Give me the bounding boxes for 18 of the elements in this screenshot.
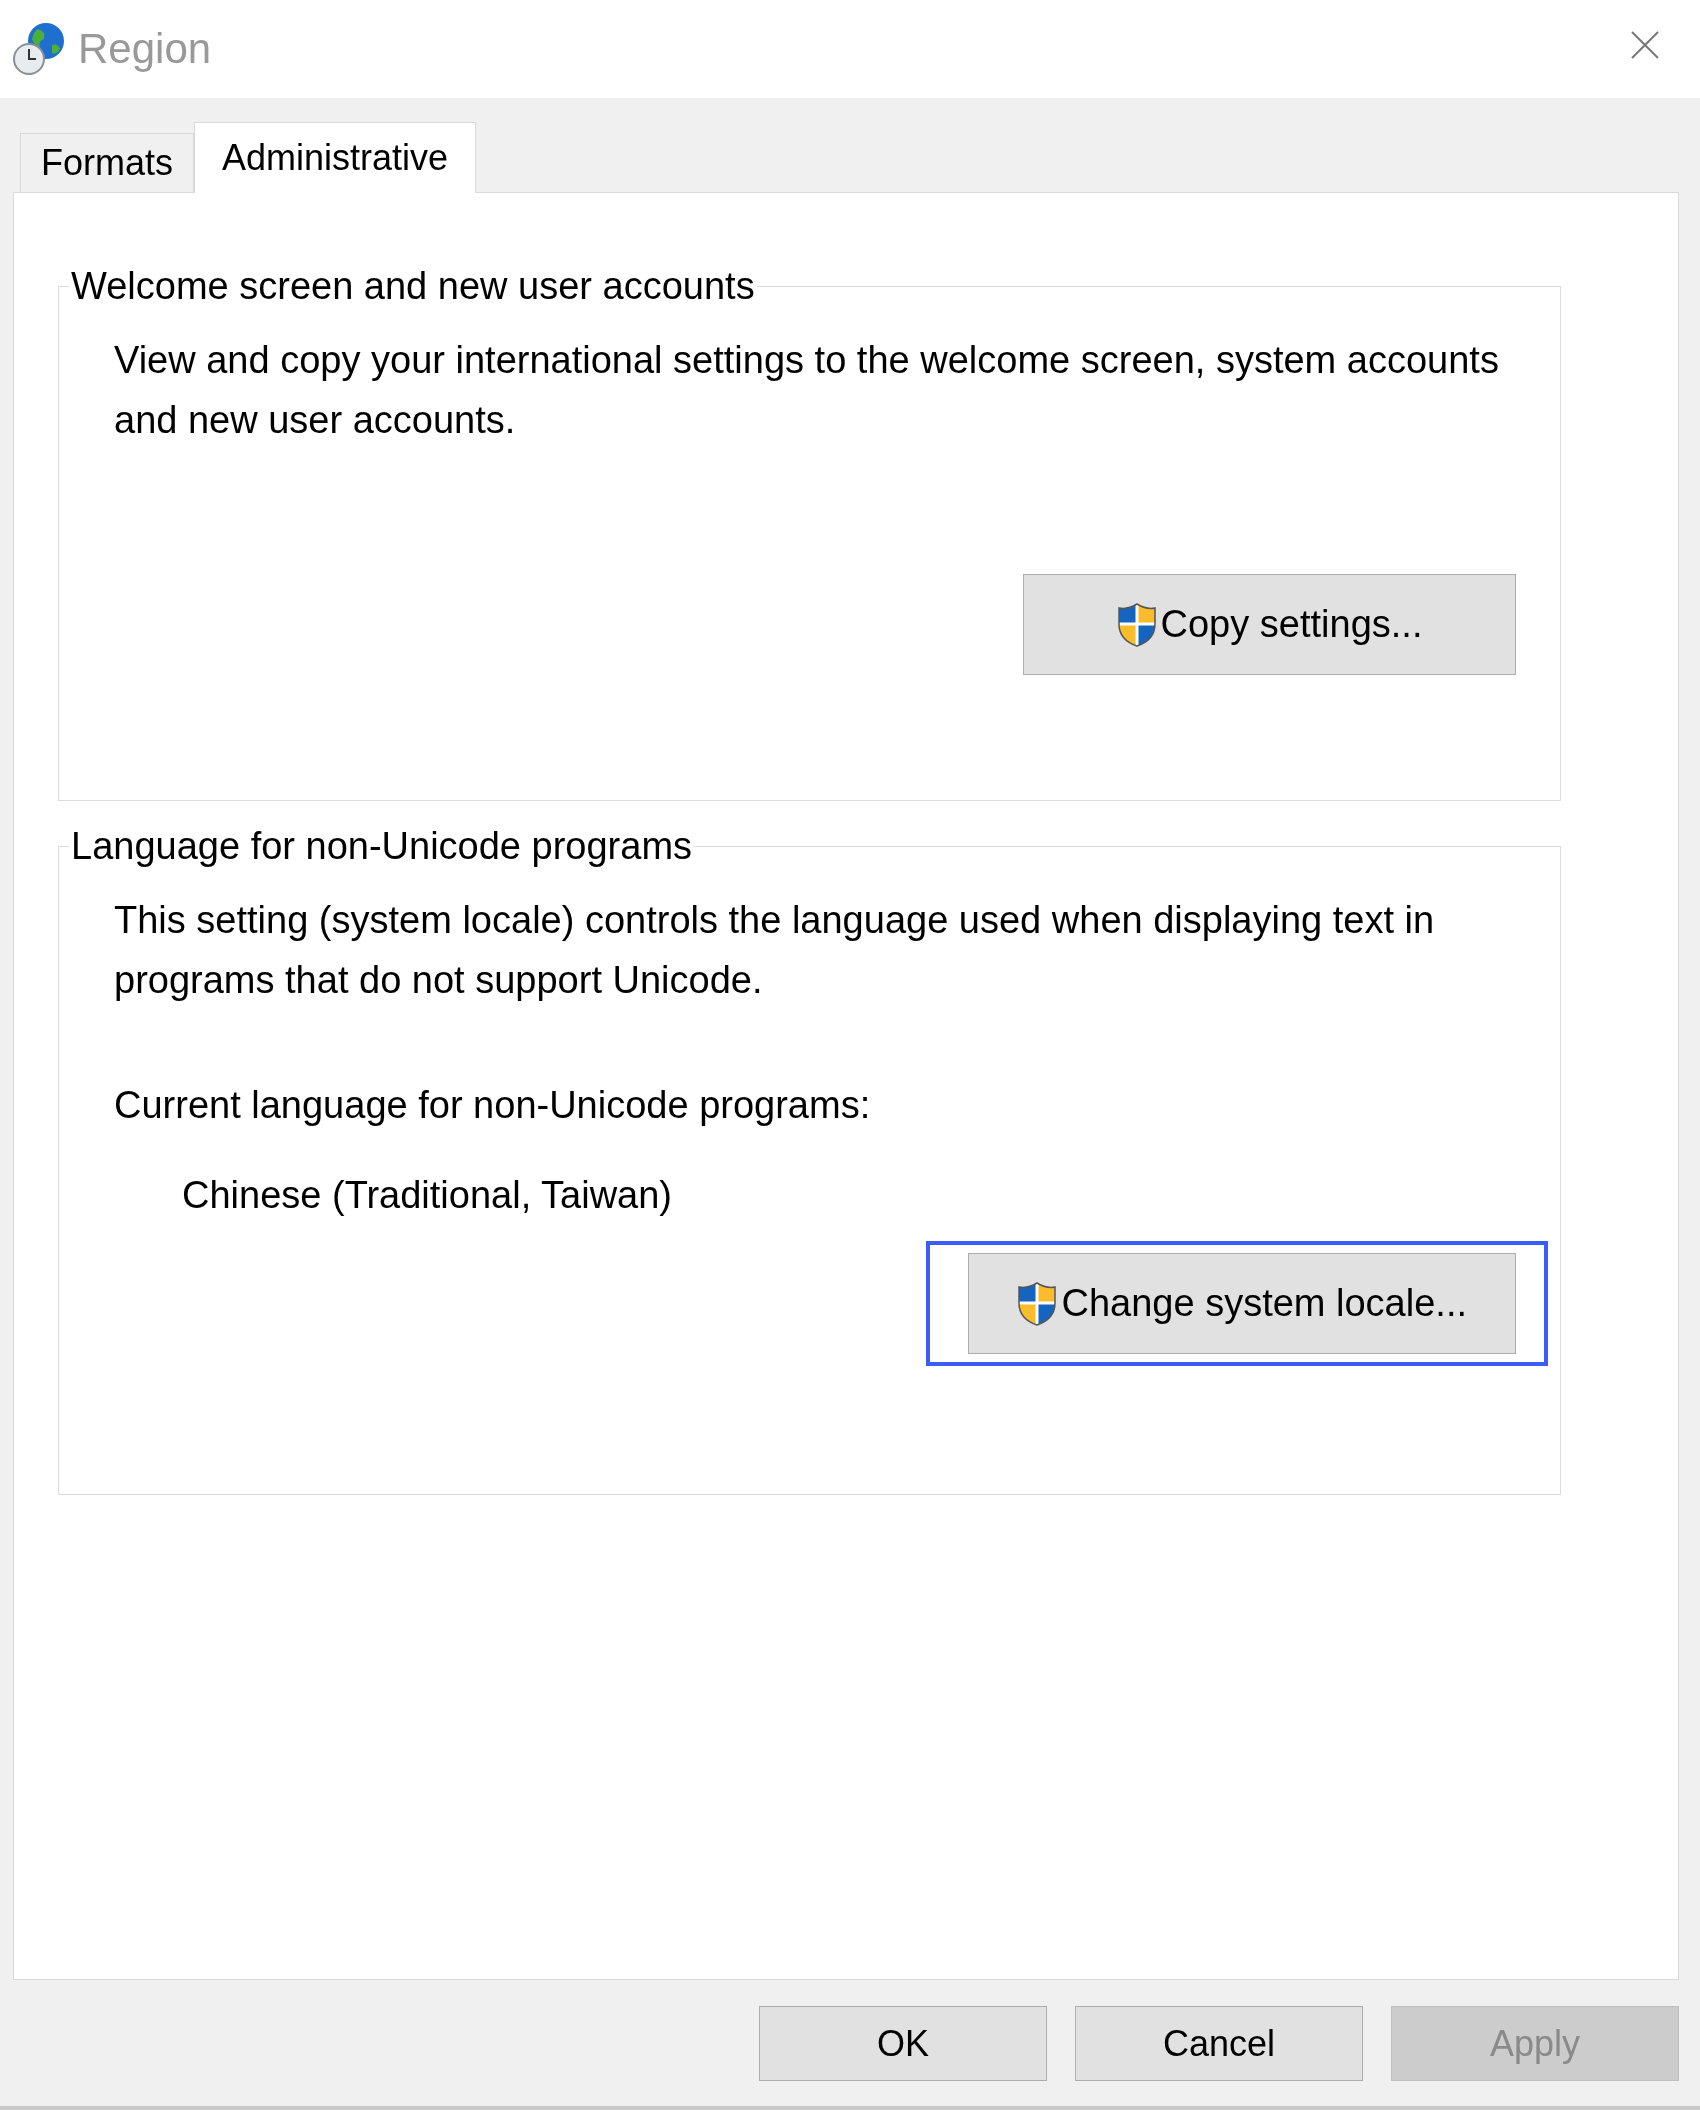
shield-button[interactable]: Change system locale... bbox=[968, 1253, 1516, 1354]
dialog-button[interactable]: OK bbox=[759, 2006, 1047, 2081]
group-title: Welcome screen and new user accounts bbox=[70, 265, 756, 308]
close-icon[interactable] bbox=[1630, 30, 1660, 60]
setting-label: Current language for non-Unicode programs: bbox=[114, 1083, 872, 1128]
shield-icon bbox=[1116, 601, 1157, 648]
tab[interactable]: Administrative bbox=[194, 122, 477, 193]
window-title: Region bbox=[78, 25, 212, 73]
button-label: Change system locale... bbox=[1061, 1282, 1467, 1325]
setting-value: Chinese (Traditional, Taiwan) bbox=[181, 1173, 673, 1218]
description-text: This setting (system locale) controls the language used when displaying text in programs that do not support Unicode. bbox=[114, 898, 1436, 1003]
description-text: View and copy your international settings to the welcome screen, system accounts and new user accounts. bbox=[114, 338, 1500, 443]
dialog-button[interactable]: Cancel bbox=[1075, 2006, 1363, 2081]
group-title: Language for non-Unicode programs bbox=[70, 825, 694, 868]
shield-icon bbox=[1017, 1280, 1058, 1327]
button-label: Copy settings... bbox=[1160, 603, 1423, 646]
shield-button[interactable]: Copy settings... bbox=[1023, 574, 1516, 675]
tab[interactable]: Formats bbox=[20, 133, 194, 192]
